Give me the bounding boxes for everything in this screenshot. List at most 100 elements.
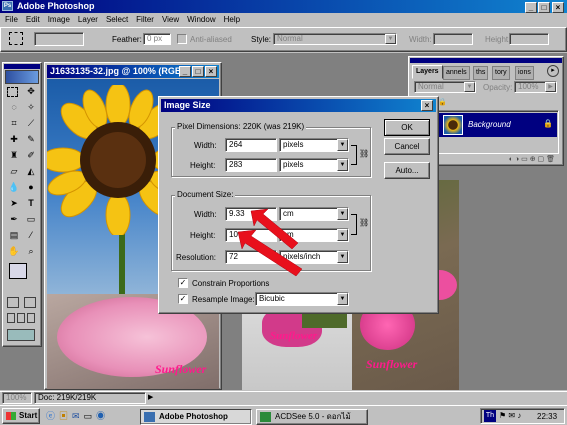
language-indicator[interactable]: Th (484, 410, 496, 422)
notes-tool-icon[interactable]: ▤ (7, 229, 21, 242)
dodge-tool-icon[interactable]: ● (24, 181, 38, 194)
pixel-height-input[interactable]: 283 (225, 158, 277, 172)
maximize-button[interactable]: □ (538, 2, 550, 13)
desktop-icon[interactable]: ▭ (84, 411, 97, 421)
cancel-button[interactable]: Cancel (384, 138, 430, 155)
menu-view[interactable]: View (158, 13, 183, 26)
screen-mode-menubar-icon[interactable] (17, 313, 25, 323)
app-title: Adobe Photoshop (17, 1, 95, 11)
pixel-width-unit-dropdown[interactable]: pixels ▼ (279, 138, 349, 152)
menu-help[interactable]: Help (220, 13, 244, 26)
opacity-input[interactable]: 100% ▶ (514, 81, 557, 93)
app-title-bar: Ps Adobe Photoshop _ □ × (0, 0, 567, 13)
doc-minimize-button[interactable]: _ (179, 66, 191, 77)
bucket-tool-icon[interactable]: ◭ (24, 165, 38, 178)
menu-image[interactable]: Image (44, 13, 74, 26)
taskbar-item-acdsee[interactable]: ACDSee 5.0 - ดอกไม้ (256, 409, 368, 425)
tab-paths[interactable]: ths (473, 66, 489, 80)
selection-mode-icons[interactable] (34, 32, 84, 46)
style-label: Style: (251, 35, 272, 44)
standard-mode-icon[interactable] (24, 297, 36, 308)
height-input[interactable] (509, 33, 549, 45)
width-input[interactable] (433, 33, 473, 45)
quickmask-icon[interactable] (7, 297, 19, 308)
brush-tool-icon[interactable]: ✎ (24, 133, 38, 146)
pixel-height-unit-dropdown[interactable]: pixels ▼ (279, 158, 349, 172)
panel-menu-icon[interactable]: ▸ (547, 65, 559, 77)
screen-mode-icon[interactable] (7, 313, 15, 323)
stamp-tool-icon[interactable]: ♜ (7, 149, 21, 162)
doc-width-input[interactable]: 9.33 (225, 207, 277, 221)
status-arrow-icon[interactable]: ▶ (148, 393, 153, 401)
marquee-tool-icon[interactable] (7, 87, 18, 97)
move-tool-icon[interactable]: ✥ (24, 85, 38, 98)
doc-maximize-button[interactable]: □ (192, 66, 204, 77)
auto-button[interactable]: Auto... (384, 162, 430, 179)
eraser-tool-icon[interactable]: ▱ (7, 165, 21, 178)
explorer-icon[interactable]: ▣ (59, 411, 72, 421)
doc-height-unit-dropdown[interactable]: cm ▼ (279, 228, 349, 242)
resample-image-checkbox[interactable]: ✓ (178, 294, 188, 304)
resolution-unit-dropdown[interactable]: pixels/inch ▼ (279, 250, 349, 264)
jump-to-imageready-icon[interactable] (7, 329, 35, 341)
screen-mode-full-icon[interactable] (27, 313, 35, 323)
dialog-close-button[interactable]: × (421, 100, 433, 111)
resolution-input[interactable]: 72 (225, 250, 277, 264)
photoshop-icon: Ps (2, 1, 13, 11)
tab-channels[interactable]: annels (443, 66, 470, 80)
tab-layers[interactable]: Layers (412, 65, 443, 79)
blur-tool-icon[interactable]: 💧 (7, 181, 21, 194)
minimize-button[interactable]: _ (525, 2, 537, 13)
start-button[interactable]: Start (2, 408, 40, 424)
shape-tool-icon[interactable]: ▭ (24, 213, 38, 226)
path-select-icon[interactable]: ➤ (7, 197, 21, 210)
doc-width-unit-dropdown[interactable]: cm ▼ (279, 207, 349, 221)
tray-icons[interactable]: ⚑ ✉ ♪ (499, 410, 521, 422)
height-label: Height: (485, 35, 511, 44)
menu-edit[interactable]: Edit (22, 13, 44, 26)
slice-tool-icon[interactable]: ⟋ (24, 117, 38, 130)
menu-bar: File Edit Image Layer Select Filter View Window… (0, 13, 567, 26)
menu-layer[interactable]: Layer (74, 13, 102, 26)
marquee-tool-icon[interactable] (9, 32, 23, 45)
lasso-tool-icon[interactable]: ◌ (7, 101, 21, 114)
menu-window[interactable]: Window (183, 13, 219, 26)
zoom-field[interactable]: 100% (2, 392, 32, 404)
healing-brush-icon[interactable]: ✚ (7, 133, 21, 146)
foreground-color-swatch[interactable] (9, 263, 27, 279)
caption-sunflower-1: Sunflower (155, 362, 207, 376)
eyedropper-icon[interactable]: ⁄ (24, 229, 38, 242)
pixel-width-input[interactable]: 264 (225, 138, 277, 152)
zoom-tool-icon[interactable]: ⌕ (24, 245, 38, 258)
antialias-checkbox[interactable] (177, 34, 187, 44)
menu-file[interactable]: File (1, 13, 22, 26)
crop-tool-icon[interactable]: ⌗ (7, 117, 21, 130)
blend-mode-dropdown[interactable]: Normal ▼ (414, 81, 476, 93)
type-tool-icon[interactable]: T (24, 197, 38, 210)
tab-history[interactable]: tory (492, 66, 510, 80)
menu-filter[interactable]: Filter (132, 13, 158, 26)
options-bar: Feather: 0 px Anti-aliased Style: Normal… (0, 27, 567, 52)
style-dropdown[interactable]: Normal ▼ (273, 33, 397, 45)
constrain-proportions-checkbox[interactable]: ✓ (178, 278, 188, 288)
pixel-dimensions-value: 220K (was 219K) (242, 122, 305, 131)
caption-sunflower-2: Sunflower (270, 330, 318, 342)
history-brush-icon[interactable]: ✐ (24, 149, 38, 162)
hand-tool-icon[interactable]: ✋ (7, 245, 21, 258)
outlook-icon[interactable]: ✉ (72, 411, 84, 421)
menu-select[interactable]: Select (102, 13, 132, 26)
tab-actions[interactable]: ions (515, 66, 534, 80)
close-button[interactable]: × (552, 2, 564, 13)
taskbar-item-photoshop[interactable]: Adobe Photoshop (140, 409, 252, 425)
ie-icon[interactable]: ⓔ (46, 411, 59, 421)
feather-label: Feather: (112, 35, 142, 44)
pen-tool-icon[interactable]: ✒ (7, 213, 21, 226)
doc-height-input[interactable]: 10 (225, 228, 277, 242)
media-icon[interactable]: ◉ (96, 411, 109, 421)
resample-method-dropdown[interactable]: Bicubic ▼ (255, 292, 349, 306)
adobe-logo-icon[interactable] (5, 70, 39, 84)
magic-wand-icon[interactable]: ✧ (24, 101, 38, 114)
feather-input[interactable]: 0 px (143, 33, 171, 45)
ok-button[interactable]: OK (384, 119, 430, 136)
doc-close-button[interactable]: × (205, 66, 217, 77)
